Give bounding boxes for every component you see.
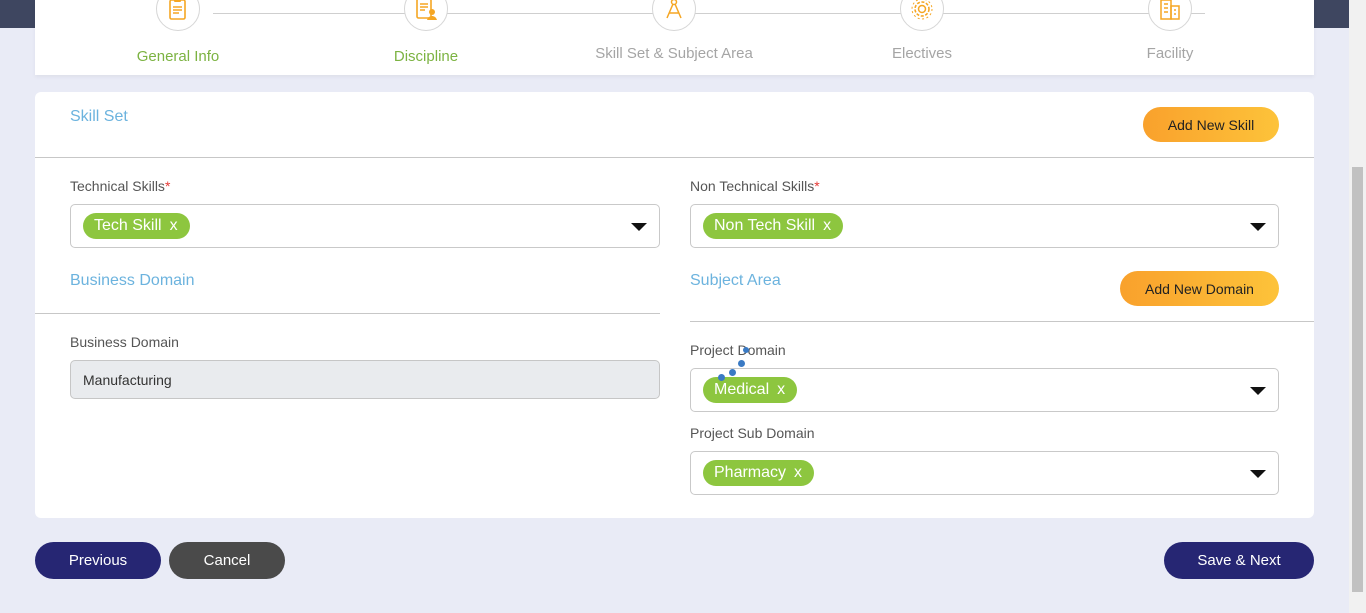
technical-skills-select[interactable]: Tech Skill x bbox=[70, 204, 660, 248]
label-text: Technical Skills bbox=[70, 178, 165, 194]
chip-label: Medical bbox=[714, 381, 770, 398]
spinner-dot bbox=[718, 374, 725, 381]
tech-skill-chip: Tech Skill x bbox=[83, 213, 190, 239]
divider bbox=[690, 321, 1314, 322]
chevron-down-icon[interactable] bbox=[631, 223, 647, 231]
section-title-subject-area: Subject Area bbox=[690, 272, 781, 289]
pharmacy-chip: Pharmacy x bbox=[703, 460, 815, 486]
step-label: Facility bbox=[1146, 45, 1194, 62]
chip-remove-icon[interactable]: x bbox=[794, 464, 802, 482]
chip-label: Non Tech Skill bbox=[714, 217, 816, 234]
compass-icon bbox=[652, 0, 696, 31]
business-domain-label: Business Domain bbox=[70, 334, 179, 350]
chip-remove-icon[interactable]: x bbox=[170, 217, 178, 235]
divider bbox=[35, 313, 660, 314]
required-mark: * bbox=[814, 178, 820, 194]
scrollbar-thumb[interactable] bbox=[1352, 167, 1363, 592]
project-domain-label: Project Domain bbox=[690, 342, 786, 358]
spinner-dot bbox=[743, 347, 749, 353]
spinner-dot bbox=[729, 369, 736, 376]
step-label: Electives bbox=[891, 45, 953, 62]
project-sub-domain-label: Project Sub Domain bbox=[690, 425, 815, 441]
non-tech-skill-chip: Non Tech Skill x bbox=[703, 213, 844, 239]
project-sub-domain-select[interactable]: Pharmacy x bbox=[690, 451, 1279, 495]
step-label: Discipline bbox=[393, 48, 459, 65]
non-technical-skills-label: Non Technical Skills* bbox=[690, 178, 820, 194]
label-text: Non Technical Skills bbox=[690, 178, 815, 194]
technical-skills-label: Technical Skills* bbox=[70, 178, 170, 194]
non-technical-skills-select[interactable]: Non Tech Skill x bbox=[690, 204, 1279, 248]
business-domain-field[interactable]: Manufacturing bbox=[70, 360, 660, 399]
previous-button[interactable]: Previous bbox=[35, 542, 161, 579]
step-label: General Info bbox=[136, 48, 220, 65]
required-mark: * bbox=[164, 178, 171, 194]
chip-label: Tech Skill bbox=[94, 217, 162, 234]
document-user-icon bbox=[404, 0, 448, 31]
save-next-button[interactable]: Save & Next bbox=[1164, 542, 1314, 579]
chevron-down-icon[interactable] bbox=[1250, 387, 1266, 395]
chevron-down-icon[interactable] bbox=[1250, 470, 1266, 478]
header-strip-left bbox=[0, 0, 35, 28]
chip-label: Pharmacy bbox=[714, 464, 787, 481]
section-title-business-domain: Business Domain bbox=[70, 272, 195, 289]
step-label: Skill Set & Subject Area bbox=[595, 45, 753, 62]
spinner-dot bbox=[738, 360, 745, 367]
section-title-skill-set: Skill Set bbox=[70, 108, 128, 125]
stepper-line bbox=[213, 13, 1205, 14]
building-icon bbox=[1148, 0, 1192, 31]
clipboard-icon bbox=[156, 0, 200, 31]
divider bbox=[35, 157, 1314, 158]
add-new-skill-button[interactable]: Add New Skill bbox=[1143, 107, 1279, 142]
chip-remove-icon[interactable]: x bbox=[823, 217, 831, 235]
add-new-domain-button[interactable]: Add New Domain bbox=[1120, 271, 1279, 306]
skill-set-card: Skill Set Add New Skill Technical Skills… bbox=[35, 92, 1314, 518]
chip-remove-icon[interactable]: x bbox=[777, 381, 785, 399]
chevron-down-icon[interactable] bbox=[1250, 223, 1266, 231]
cancel-button[interactable]: Cancel bbox=[169, 542, 285, 579]
stepper: General Info Discipline Skill Set & Subj… bbox=[35, 0, 1314, 75]
project-domain-select[interactable]: Medical x bbox=[690, 368, 1279, 412]
medical-chip: Medical x bbox=[703, 377, 798, 403]
gear-icon bbox=[900, 0, 944, 31]
